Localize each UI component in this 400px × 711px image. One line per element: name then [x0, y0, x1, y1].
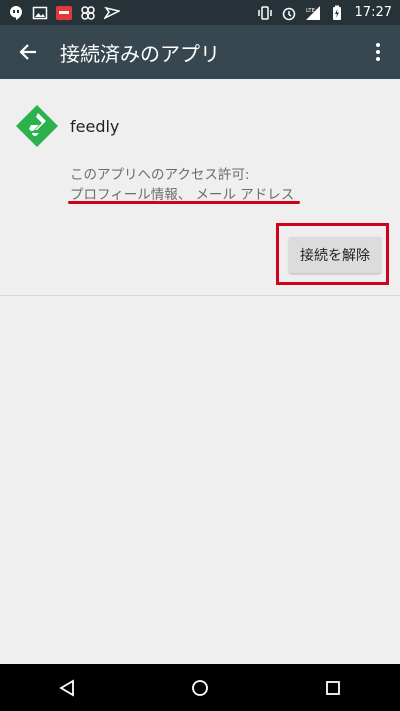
hangouts-icon: [10, 5, 22, 20]
more-vert-icon: [376, 43, 380, 61]
status-bar-system: LTE 17:27: [257, 5, 392, 21]
overflow-menu-button[interactable]: [356, 25, 400, 79]
status-bar-notifications: [8, 5, 120, 21]
permission-info: このアプリへのアクセス許可: プロフィール情報、 メール アドレス: [70, 165, 294, 205]
back-button[interactable]: [0, 25, 56, 79]
app-header: feedly: [14, 103, 119, 149]
nav-back-icon: [58, 678, 74, 697]
network-label: LTE: [306, 8, 316, 14]
vibrate-icon: [257, 5, 272, 20]
app-red-icon: [56, 5, 72, 20]
arrow-back-icon: [19, 44, 36, 60]
nav-recents-icon: [326, 680, 341, 695]
clock: 17:27: [354, 5, 392, 20]
app-name: feedly: [70, 116, 120, 136]
nav-recents-button[interactable]: [303, 664, 363, 711]
disconnect-button[interactable]: 接続を解除: [289, 237, 381, 273]
battery-icon: [332, 5, 341, 20]
nav-home-icon: [192, 679, 208, 696]
send-icon: [104, 6, 120, 19]
image-icon: [32, 6, 48, 19]
highlight-underline: [68, 201, 300, 204]
lte-signal-icon: LTE: [305, 5, 320, 20]
status-bar: LTE 17:27: [0, 0, 400, 25]
app-bar: 接続済みのアプリ: [0, 25, 400, 79]
fan-icon: [81, 5, 95, 20]
connected-app-card: feedly このアプリへのアクセス許可: プロフィール情報、 メール アドレス…: [0, 79, 400, 296]
navigation-bar: [0, 664, 400, 711]
page-title: 接続済みのアプリ: [60, 41, 220, 66]
nav-back-button[interactable]: [37, 664, 97, 711]
feedly-logo-icon: [16, 105, 58, 147]
permission-heading: このアプリへのアクセス許可:: [70, 167, 250, 183]
nav-home-button[interactable]: [170, 664, 230, 711]
alarm-icon: [282, 7, 295, 20]
